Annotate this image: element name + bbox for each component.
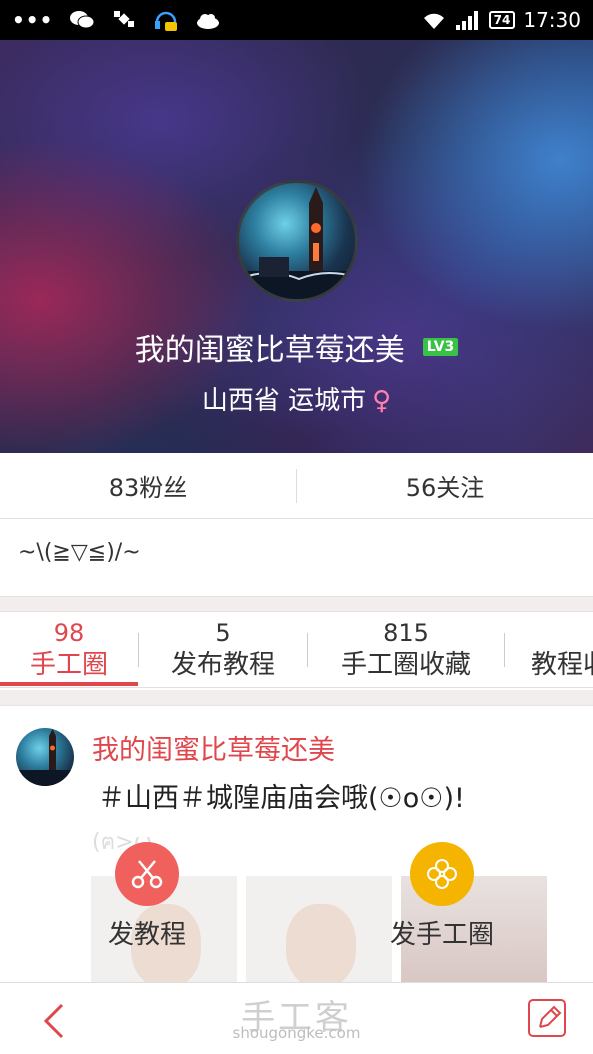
- profile-header: 我的闺蜜比草莓还美 LV3 山西省 运城市 ♀: [0, 40, 593, 453]
- nickname: 我的闺蜜比草莓还美: [134, 333, 405, 368]
- cloud-icon: [195, 9, 221, 31]
- more-dots-icon: •••: [12, 8, 54, 32]
- status-bar: ••• 74 17:30: [0, 0, 593, 40]
- location-text: 山西省 运城市: [201, 386, 367, 416]
- section-divider: [0, 596, 593, 612]
- signal-icon: [455, 9, 481, 31]
- post-author[interactable]: 我的闺蜜比草莓还美: [92, 728, 335, 767]
- profile-tabs: 98 手工圈 5 发布教程 815 手工圈收藏 89 教程收藏: [0, 612, 593, 688]
- section-divider: [0, 690, 593, 706]
- publish-tutorial-button[interactable]: 发教程: [108, 842, 186, 951]
- tab-circle-favorites[interactable]: 815 手工圈收藏: [308, 612, 504, 687]
- follow-row: 83粉丝 56关注: [0, 453, 593, 519]
- post-text: ＃山西＃城隍庙庙会哦(☉o☉)!: [98, 783, 465, 814]
- publish-circle-button[interactable]: 发手工圈: [390, 842, 494, 951]
- watermark-url: shougongke.com: [232, 1024, 361, 1042]
- headset-icon: [153, 9, 179, 31]
- wifi-icon: [421, 9, 447, 31]
- satellite-icon: [111, 9, 137, 31]
- fans-count[interactable]: 83粉丝: [0, 468, 296, 503]
- nickname-row: 我的闺蜜比草莓还美 LV3: [0, 325, 593, 369]
- post-avatar[interactable]: [16, 728, 74, 786]
- tab-count: 98: [53, 619, 85, 647]
- tab-circle[interactable]: 98 手工圈: [0, 612, 138, 687]
- post-image[interactable]: [246, 876, 392, 982]
- tab-count: 5: [215, 619, 231, 647]
- face-image: [286, 904, 356, 982]
- flower-icon: [410, 842, 474, 906]
- publish-circle-label: 发手工圈: [390, 920, 495, 950]
- battery-icon: 74: [488, 11, 516, 29]
- tab-label: 教程收藏: [531, 650, 593, 680]
- tab-label: 手工圈: [29, 650, 108, 680]
- avatar[interactable]: [236, 180, 358, 302]
- tab-label: 手工圈收藏: [340, 650, 471, 680]
- level-badge: LV3: [422, 338, 459, 356]
- wechat-icon: [69, 9, 95, 31]
- following-count[interactable]: 56关注: [297, 468, 593, 503]
- status-time: 17:30: [523, 8, 581, 32]
- publish-tutorial-label: 发教程: [108, 920, 187, 950]
- scissors-icon: [115, 842, 179, 906]
- tab-tutorial-favorites[interactable]: 89 教程收藏: [505, 612, 593, 687]
- tab-published-tutorials[interactable]: 5 发布教程: [139, 612, 307, 687]
- location: 山西省 运城市 ♀: [0, 380, 593, 417]
- tab-count: 815: [383, 619, 429, 647]
- signature: ~\(≧▽≦)/~: [18, 540, 141, 565]
- female-icon: ♀: [372, 386, 392, 416]
- tab-label: 发布教程: [170, 650, 275, 680]
